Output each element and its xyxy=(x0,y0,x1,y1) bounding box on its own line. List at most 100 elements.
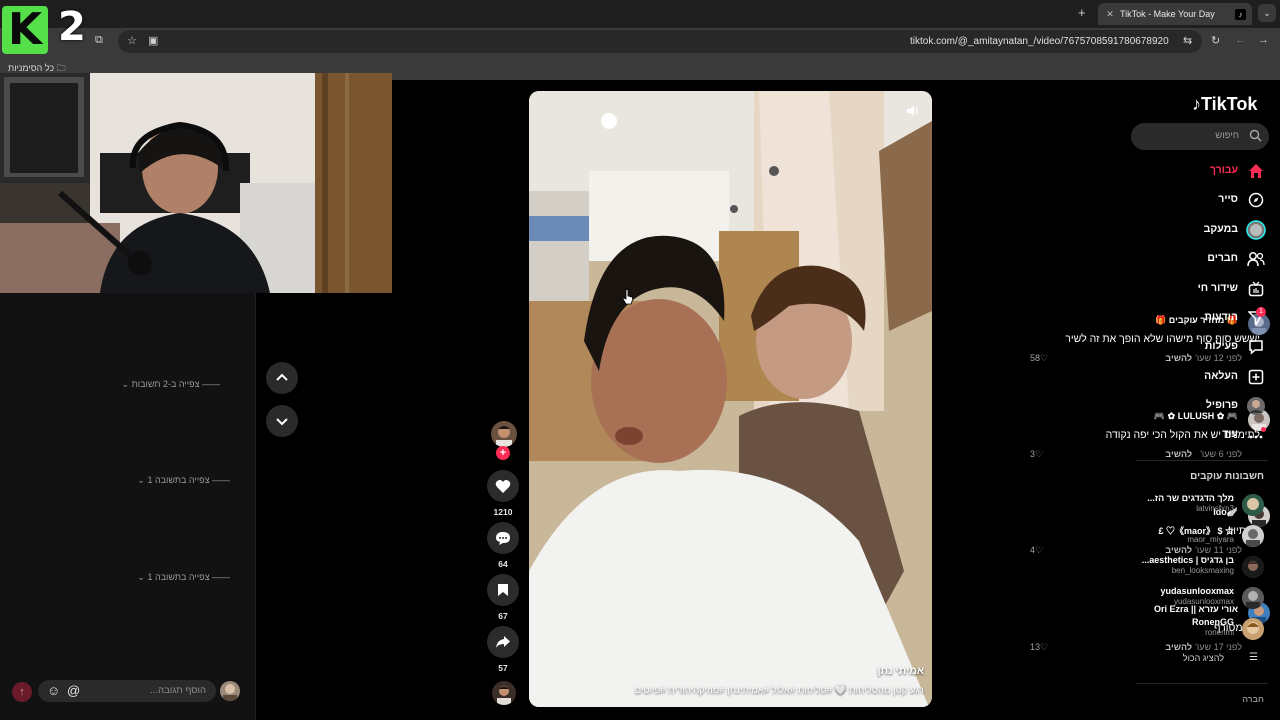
volume-icon[interactable] xyxy=(906,105,920,117)
comments-button[interactable] xyxy=(487,522,519,554)
new-tab-button[interactable]: + xyxy=(1078,5,1086,20)
sidebar-divider xyxy=(1136,460,1268,461)
reply-button[interactable]: להשיב xyxy=(1165,449,1192,459)
arrow-up-icon: ↑ xyxy=(19,686,25,698)
following-accounts-header: חשבונות עוקבים xyxy=(1190,471,1264,482)
view-replies-button[interactable]: —— צפייה בתשובה 1 ⌄ xyxy=(120,572,230,583)
browser-tab[interactable]: ✕ TikTok - Make Your Day ♪ xyxy=(1098,3,1252,25)
view-replies-button[interactable]: —— צפייה ב-2 תשובות ⌄ xyxy=(110,379,220,390)
nav-label: פעילות xyxy=(1204,340,1238,352)
view-replies-label: צפייה ב-2 תשובות xyxy=(131,379,200,389)
video-player[interactable]: אמיתי נתן רגע קטן מהסליחות 🤍 #סליחות #אל… xyxy=(529,91,932,707)
comment-like-button[interactable]: 4♡ xyxy=(1030,545,1043,556)
reload-icon[interactable]: ↻ xyxy=(1211,34,1220,47)
nav-label: הודעות xyxy=(1204,311,1238,323)
follow-button[interactable]: + xyxy=(496,446,510,460)
comment-like-count: 58 xyxy=(1030,353,1041,363)
account-name: yudasunlooxmax xyxy=(1160,586,1234,596)
site-settings-icon[interactable]: ⇆ xyxy=(1183,34,1192,47)
save-button[interactable] xyxy=(487,574,519,606)
extensions-icon[interactable]: ⧉ xyxy=(95,34,103,47)
comment-like-button[interactable]: 13♡ xyxy=(1030,642,1048,653)
following-account[interactable]: מלך הדגדגים שר הז... latvinsfxn3 xyxy=(1132,492,1268,520)
brand-name: TikTok xyxy=(1201,94,1258,114)
tiktok-note-icon: ♪ xyxy=(1192,94,1201,114)
nav-messages[interactable]: 1 הודעות xyxy=(1140,305,1270,331)
music-disc-icon xyxy=(492,681,516,705)
nav-for-you[interactable]: עבורך xyxy=(1140,158,1270,184)
account-handle: ronenml xyxy=(1205,628,1234,637)
view-replies-button[interactable]: —— צפייה בתשובה 1 ⌄ xyxy=(120,475,230,486)
chevron-down-icon: ⌄ xyxy=(121,379,130,389)
activity-icon xyxy=(1246,337,1266,357)
like-button[interactable] xyxy=(487,470,519,502)
chevron-down-icon: ⌄ xyxy=(137,572,145,582)
mention-icon[interactable]: @ xyxy=(67,683,80,698)
comment-input[interactable]: הוסף תגובה... xyxy=(38,680,216,702)
nav-label: עוד xyxy=(1222,428,1238,440)
heart-outline-icon: ♡ xyxy=(1035,545,1044,555)
account-handle: ben_looksmaxing xyxy=(1171,566,1234,575)
following-account[interactable]: yudasunlooxmax yudasunlooxmax xyxy=(1132,585,1268,613)
compass-icon xyxy=(1246,190,1266,210)
post-comment-button[interactable]: ↑ xyxy=(12,682,32,702)
following-account[interactable]: ☆ $ 《maor》♡ £ maor_miyara xyxy=(1132,523,1268,551)
nav-label: שידור חי xyxy=(1197,282,1238,294)
company-link[interactable]: חברה xyxy=(1242,694,1264,704)
forward-icon[interactable]: → xyxy=(1258,34,1269,46)
video-frame xyxy=(529,91,932,707)
creator-avatar[interactable] xyxy=(491,421,517,447)
channel-logo: K xyxy=(2,6,48,54)
reader-icon[interactable]: ▣ xyxy=(148,34,158,47)
comments-panel xyxy=(0,293,256,720)
show-all-button[interactable]: ☰ להציג הכול xyxy=(1140,651,1270,667)
account-name: בן גדגיס | aesthetics... xyxy=(1141,555,1234,565)
nav-following[interactable]: במעקב xyxy=(1140,217,1270,243)
heart-outline-icon: ♡ xyxy=(1040,642,1049,652)
previous-video-button[interactable] xyxy=(266,362,298,394)
more-icon xyxy=(1246,425,1266,445)
video-author[interactable]: אמיתי נתן xyxy=(877,665,924,677)
emoji-icon[interactable]: ☺ xyxy=(47,683,60,698)
url-text[interactable]: tiktok.com/@_amitaynatan_/video/76757085… xyxy=(910,36,1176,47)
comment-bubble-icon xyxy=(496,531,510,545)
live-icon xyxy=(1246,279,1266,299)
nav-more[interactable]: עוד xyxy=(1140,422,1270,448)
nav-friends[interactable]: חברים xyxy=(1140,246,1270,272)
account-handle: yudasunlooxmax xyxy=(1173,597,1234,606)
following-account[interactable]: בן גדגיס | aesthetics... ben_looksmaxing xyxy=(1132,554,1268,582)
account-name: מלך הדגדגים שר הז... xyxy=(1147,493,1234,503)
messages-icon: 1 xyxy=(1246,307,1266,328)
tab-title: TikTok - Make Your Day xyxy=(1120,9,1215,19)
view-replies-label: צפייה בתשובה 1 xyxy=(147,572,210,582)
following-account[interactable]: RonenGG ronenml xyxy=(1132,616,1268,644)
friends-icon xyxy=(1246,249,1266,269)
comment-like-button[interactable]: 3♡ xyxy=(1030,449,1043,460)
nav-upload[interactable]: העלאה xyxy=(1140,364,1270,390)
account-avatar xyxy=(1242,525,1264,547)
sound-disc[interactable] xyxy=(492,681,516,705)
nav-activity[interactable]: פעילות xyxy=(1140,334,1270,360)
tab-search-button[interactable]: ⌄ xyxy=(1258,4,1276,22)
account-avatar xyxy=(1242,494,1264,516)
account-handle: maor_miyara xyxy=(1187,535,1234,544)
folder-icon: 🗀 xyxy=(54,63,66,73)
back-icon[interactable]: ← xyxy=(1235,34,1246,46)
nav-live[interactable]: שידור חי xyxy=(1140,276,1270,302)
hand-cursor-icon xyxy=(622,289,634,305)
bookmark-star-icon[interactable]: ☆ xyxy=(127,34,137,47)
share-arrow-icon xyxy=(496,636,510,648)
account-handle: latvinsfxn3 xyxy=(1196,504,1234,513)
share-button[interactable] xyxy=(487,626,519,658)
search-icon[interactable] xyxy=(1249,129,1262,142)
next-video-button[interactable] xyxy=(266,405,298,437)
nav-profile[interactable]: פרופיל xyxy=(1140,393,1270,419)
nav-explore[interactable]: סייר xyxy=(1140,187,1270,213)
browser-tabstrip xyxy=(0,0,1280,28)
comment-like-button[interactable]: 58♡ xyxy=(1030,353,1048,364)
tiktok-logo[interactable]: ♪TikTok xyxy=(1192,94,1257,115)
show-all-label: להציג הכול xyxy=(1182,653,1224,663)
save-count: 67 xyxy=(498,611,508,621)
tab-close-icon[interactable]: ✕ xyxy=(1104,9,1116,20)
current-user-avatar xyxy=(220,681,240,701)
